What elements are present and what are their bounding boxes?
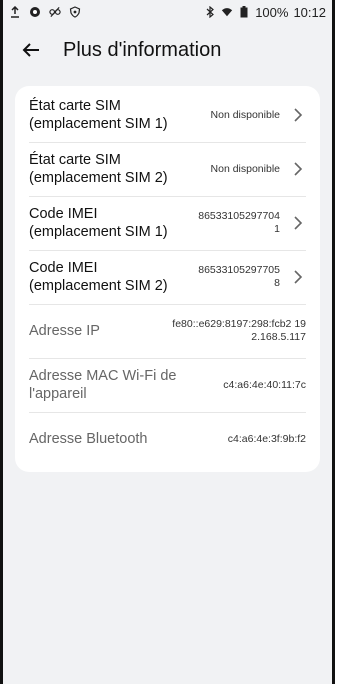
battery-percent: 100% <box>255 4 289 20</box>
upload-icon <box>9 6 21 18</box>
battery-icon <box>238 6 250 18</box>
ip-address-row: Adresse IP fe80::e629:8197:298:fcb2 192.… <box>15 304 320 358</box>
imei-sim1-row[interactable]: Code IMEI (emplacement SIM 1) 8653310529… <box>15 196 320 250</box>
row-label: Code IMEI (emplacement SIM 1) <box>29 206 168 240</box>
app-notification-icon <box>29 6 41 18</box>
row-label: Adresse IP <box>29 323 100 339</box>
row-value: Non disponible <box>210 108 280 121</box>
sim1-status-row[interactable]: État carte SIM (emplacement SIM 1) Non d… <box>15 88 320 142</box>
back-button[interactable] <box>17 36 45 64</box>
shield-icon <box>69 6 81 18</box>
chevron-right-icon <box>290 269 306 285</box>
arrow-left-icon <box>22 43 39 57</box>
row-value: c4:a6:4e:3f:9b:f2 <box>227 432 306 445</box>
row-label: État carte SIM (emplacement SIM 2) <box>29 152 168 186</box>
row-value: 865331052977058 <box>198 264 280 289</box>
sim2-status-row[interactable]: État carte SIM (emplacement SIM 2) Non d… <box>15 142 320 196</box>
clock: 10:12 <box>293 4 326 20</box>
status-left-icons <box>9 6 81 18</box>
row-value: c4:a6:4e:40:11:7c <box>223 378 306 391</box>
status-bar: 100% 10:12 <box>3 0 332 24</box>
app-bar: Plus d'information <box>3 24 332 76</box>
chevron-right-icon <box>290 161 306 177</box>
imei-sim2-row[interactable]: Code IMEI (emplacement SIM 2) 8653310529… <box>15 250 320 304</box>
status-right-icons: 100% 10:12 <box>204 5 326 20</box>
row-value: 865331052977041 <box>198 210 280 235</box>
phone-screen: 100% 10:12 Plus d'information État carte… <box>0 0 335 684</box>
row-value: Non disponible <box>210 162 280 175</box>
wifi-mac-row: Adresse MAC Wi-Fi de l'appareil c4:a6:4e… <box>15 358 320 412</box>
bluetooth-icon <box>204 6 216 18</box>
row-value: fe80::e629:8197:298:fcb2 192.168.5.117 <box>172 318 306 343</box>
link-icon <box>49 6 61 18</box>
chevron-right-icon <box>290 107 306 123</box>
row-label: Adresse MAC Wi-Fi de l'appareil <box>29 368 177 402</box>
info-card: État carte SIM (emplacement SIM 1) Non d… <box>15 86 320 472</box>
page-title: Plus d'information <box>63 38 222 61</box>
bluetooth-address-row: Adresse Bluetooth c4:a6:4e:3f:9b:f2 <box>15 412 320 466</box>
row-label: État carte SIM (emplacement SIM 1) <box>29 98 168 132</box>
row-label: Code IMEI (emplacement SIM 2) <box>29 260 168 294</box>
row-label: Adresse Bluetooth <box>29 431 148 447</box>
wifi-icon <box>221 6 233 18</box>
chevron-right-icon <box>290 215 306 231</box>
